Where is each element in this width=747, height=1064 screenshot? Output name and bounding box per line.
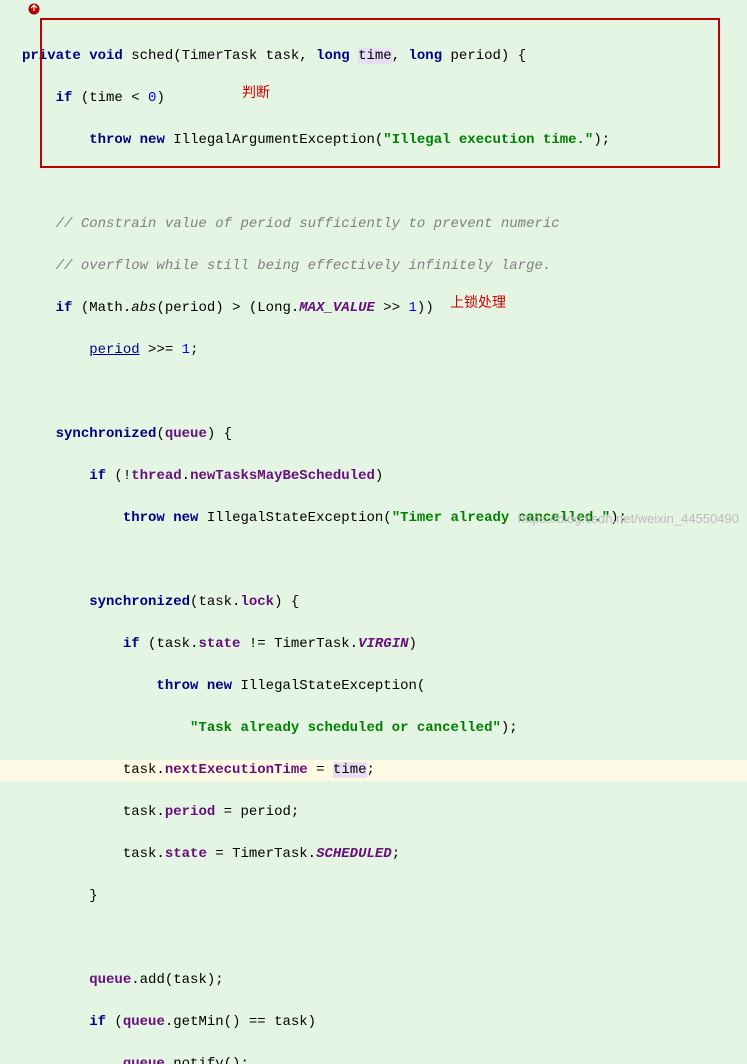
code-line[interactable]: // Constrain value of period sufficientl… xyxy=(0,214,747,235)
annotation-judge: 判断 xyxy=(242,82,270,103)
watermark-text: https://blog.csdn.net/weixin_44550490 xyxy=(518,509,739,529)
code-line[interactable]: synchronized(queue) { xyxy=(0,424,747,445)
code-line[interactable]: if (task.state != TimerTask.VIRGIN) xyxy=(0,634,747,655)
code-line[interactable]: task.nextExecutionTime = time; xyxy=(0,760,747,781)
annotation-lock: 上锁处理 xyxy=(450,292,506,313)
code-line[interactable]: if (queue.getMin() == task) xyxy=(0,1012,747,1033)
code-line[interactable] xyxy=(0,550,747,571)
code-line[interactable]: period >>= 1; xyxy=(0,340,747,361)
code-line[interactable]: queue.notify(); xyxy=(0,1054,747,1064)
code-line[interactable]: synchronized(task.lock) { xyxy=(0,592,747,613)
code-line[interactable] xyxy=(0,172,747,193)
code-line[interactable]: if (!thread.newTasksMayBeScheduled) xyxy=(0,466,747,487)
code-line[interactable]: task.state = TimerTask.SCHEDULED; xyxy=(0,844,747,865)
code-line[interactable] xyxy=(0,928,747,949)
override-gutter-icon[interactable] xyxy=(28,3,40,15)
code-line[interactable]: } xyxy=(0,886,747,907)
code-line[interactable]: if (time < 0) xyxy=(0,88,747,109)
code-line[interactable]: queue.add(task); xyxy=(0,970,747,991)
code-line[interactable]: throw new IllegalStateException( xyxy=(0,676,747,697)
code-line[interactable]: private void sched(TimerTask task, long … xyxy=(0,46,747,67)
code-line[interactable]: "Task already scheduled or cancelled"); xyxy=(0,718,747,739)
code-editor[interactable]: private void sched(TimerTask task, long … xyxy=(0,0,747,1064)
code-line[interactable]: // overflow while still being effectivel… xyxy=(0,256,747,277)
code-line[interactable]: task.period = period; xyxy=(0,802,747,823)
code-line[interactable] xyxy=(0,382,747,403)
code-line[interactable]: if (Math.abs(period) > (Long.MAX_VALUE >… xyxy=(0,298,747,319)
code-line[interactable]: throw new IllegalArgumentException("Ille… xyxy=(0,130,747,151)
